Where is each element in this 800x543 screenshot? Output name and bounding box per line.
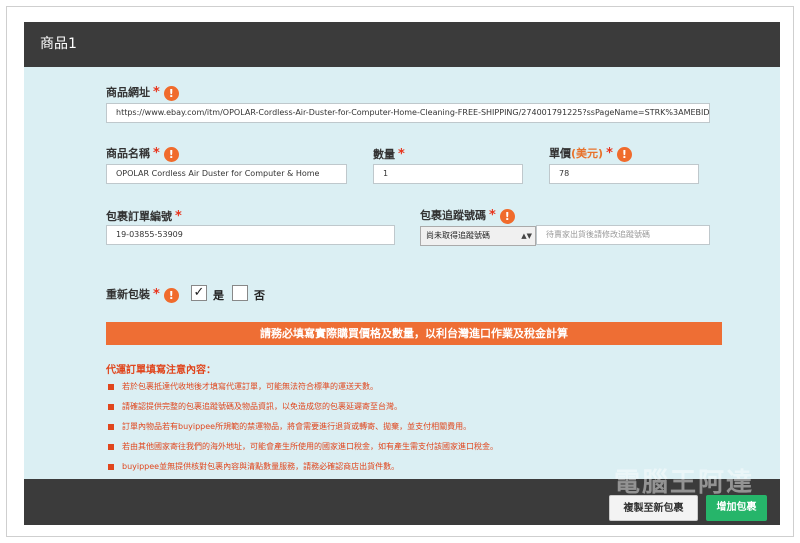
- order-number-label: 包裹訂單編號 *: [106, 209, 182, 224]
- page-frame: 商品1 商品網址 *! https://www.ebay.com/itm/OPOL…: [6, 6, 794, 537]
- required-mark: *: [153, 146, 160, 161]
- unit-price-label: 單價(美元) *!: [549, 145, 632, 162]
- required-mark: *: [175, 209, 182, 224]
- copy-to-new-package-button[interactable]: 複製至新包裹: [609, 495, 698, 521]
- product-form-panel: 商品1 商品網址 *! https://www.ebay.com/itm/OPOL…: [24, 22, 780, 525]
- info-icon[interactable]: !: [163, 146, 179, 162]
- add-package-button[interactable]: 增加包裹: [706, 495, 767, 521]
- required-mark: *: [606, 146, 613, 161]
- required-mark: *: [489, 208, 496, 223]
- repack-yes-checkbox[interactable]: ✓: [191, 285, 207, 301]
- product-url-label: 商品網址 *!: [106, 84, 179, 101]
- currency-unit: (美元): [571, 147, 604, 160]
- bullet-square-icon: [108, 383, 114, 390]
- required-mark: *: [153, 287, 160, 302]
- note-item: 訂單內物品若有buyippee所規範的禁運物品，將會需要進行退貨或轉寄、拋棄，並…: [108, 421, 471, 432]
- repack-no-label: 否: [254, 289, 265, 302]
- note-item: 若於包裹抵達代收地後才填寫代運訂單，可能無法符合標準的運送天數。: [108, 381, 378, 392]
- bullet-square-icon: [108, 423, 114, 430]
- order-number-input[interactable]: 19-03855-53909: [106, 225, 395, 245]
- required-mark: *: [398, 147, 405, 162]
- info-icon[interactable]: !: [616, 146, 632, 162]
- info-icon[interactable]: !: [163, 287, 179, 303]
- tracking-number-input[interactable]: 待賣家出貨後請修改追蹤號碼: [536, 225, 710, 245]
- tracking-placeholder: 待賣家出貨後請修改追蹤號碼: [546, 230, 650, 239]
- required-mark: *: [153, 85, 160, 100]
- note-item: buyippee並無提供核對包裹內容與清點數量服務，請務必確認商店出貨件數。: [108, 461, 399, 472]
- repack-yes-label: 是: [213, 289, 224, 302]
- check-icon: ✓: [193, 285, 205, 300]
- tracking-label: 包裹追蹤號碼 *!: [420, 207, 515, 224]
- info-icon[interactable]: !: [163, 85, 179, 101]
- repack-no-checkbox[interactable]: [232, 285, 248, 301]
- info-icon[interactable]: !: [499, 208, 515, 224]
- quantity-label: 數量 *: [373, 147, 405, 162]
- price-warning-banner: 請務必填寫實際購買價格及數量，以利台灣進口作業及稅金計算: [106, 322, 722, 345]
- product-name-input[interactable]: OPOLAR Cordless Air Duster for Computer …: [106, 164, 347, 184]
- bullet-square-icon: [108, 443, 114, 450]
- product-name-label: 商品名稱 *!: [106, 145, 179, 162]
- product-title: 商品1: [40, 36, 77, 52]
- bullet-square-icon: [108, 463, 114, 470]
- notes-title: 代運訂單填寫注意內容：: [106, 365, 216, 376]
- quantity-input[interactable]: 1: [373, 164, 523, 184]
- tracking-status-select[interactable]: 尚未取得追蹤號碼 ▲▼: [420, 226, 536, 246]
- bullet-square-icon: [108, 403, 114, 410]
- repack-label: 重新包裝 *!: [106, 286, 179, 303]
- product-url-input[interactable]: https://www.ebay.com/itm/OPOLAR-Cordless…: [106, 103, 710, 123]
- product-header: 商品1: [24, 22, 780, 67]
- select-arrows-icon: ▲▼: [521, 232, 532, 240]
- unit-price-input[interactable]: 78: [549, 164, 699, 184]
- note-item: 若由其他國家寄往我們的海外地址，可能會產生所使用的國家進口稅金，如有產生需支付該…: [108, 441, 498, 452]
- note-item: 請確認提供完整的包裹追蹤號碼及物品資訊，以免造成您的包裹延遲寄至台灣。: [108, 401, 402, 412]
